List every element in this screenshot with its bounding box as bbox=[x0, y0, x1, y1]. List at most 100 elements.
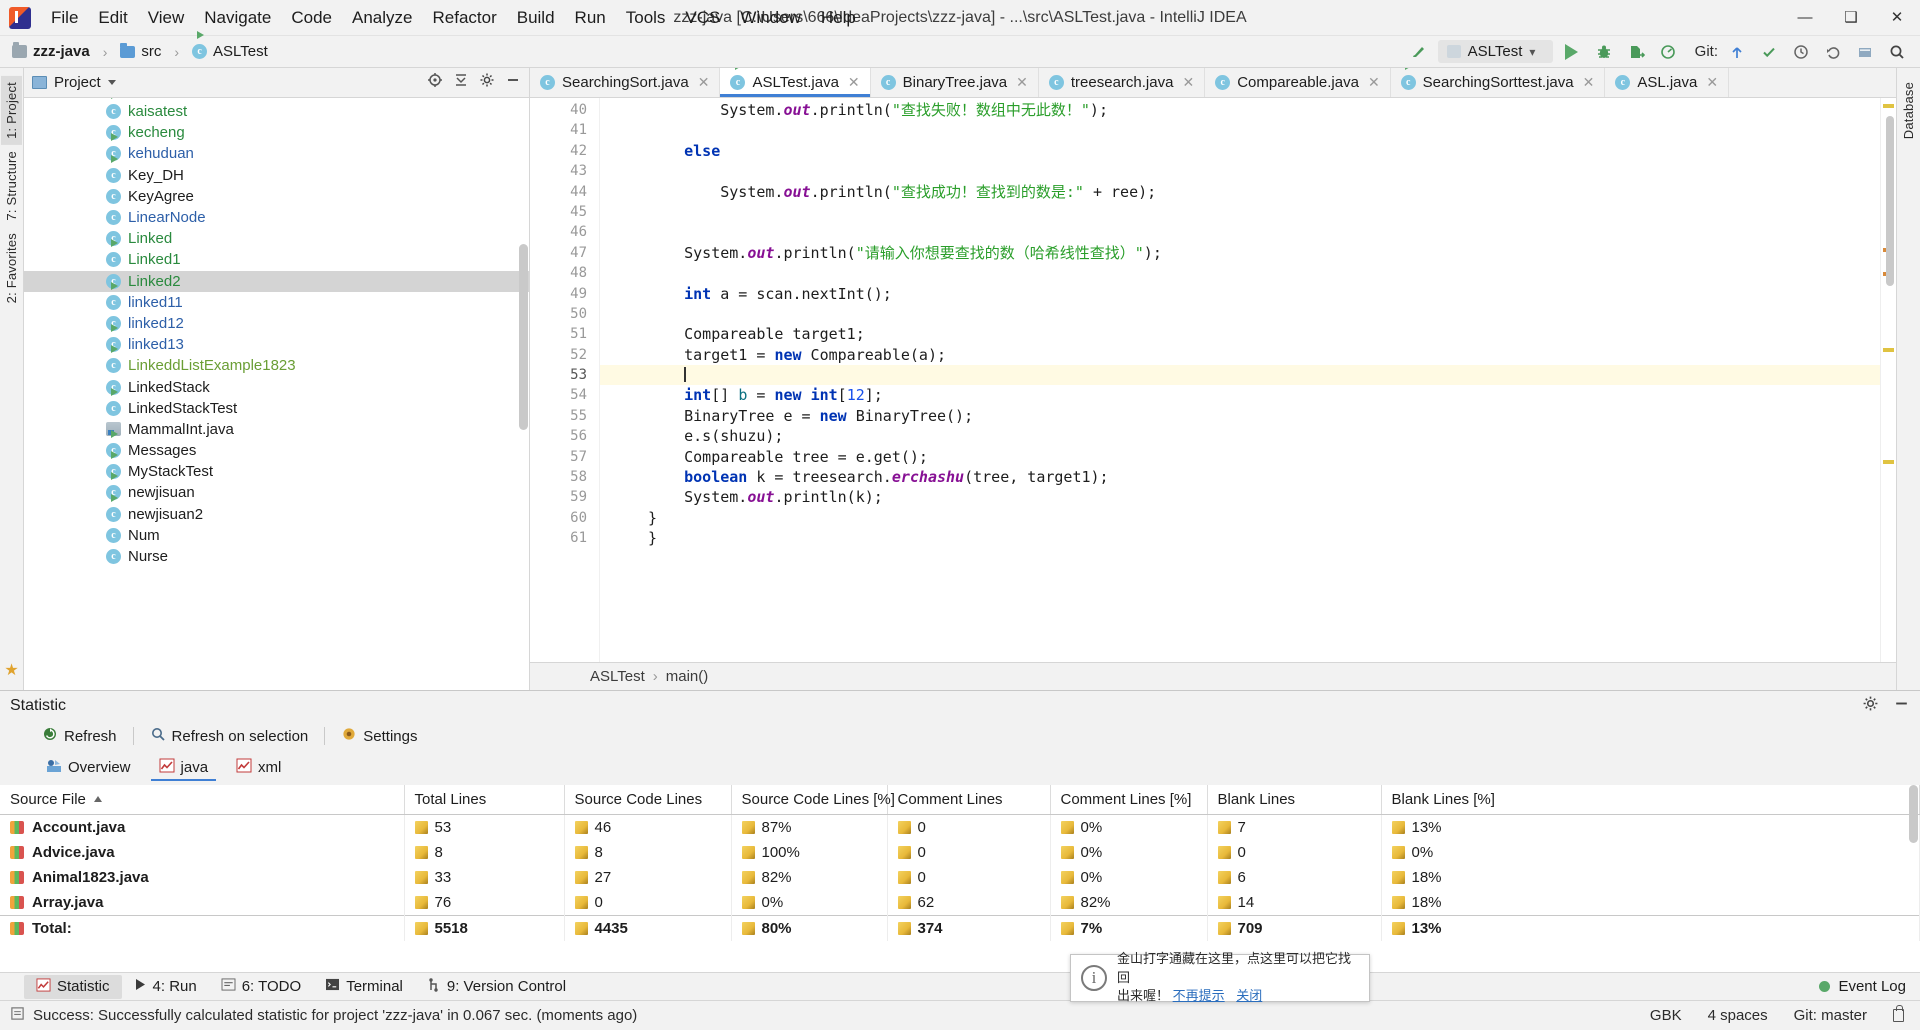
line-number[interactable]: 57 bbox=[530, 447, 599, 467]
code-line[interactable] bbox=[600, 222, 1880, 242]
bookmark-star-icon[interactable]: ★ bbox=[4, 660, 18, 680]
tool-strip-tab-7-structure[interactable]: 7: Structure bbox=[1, 145, 22, 227]
table-row[interactable]: Advice.java 8 8 100% 0 0% 0 0% bbox=[0, 840, 1920, 865]
status-indent[interactable]: 4 spaces bbox=[1708, 1007, 1768, 1024]
tree-item[interactable]: c linked11 bbox=[24, 292, 529, 313]
project-tree[interactable]: ckaisatestckechengckehuduancKey_DHcKeyAg… bbox=[24, 98, 529, 690]
code-line[interactable]: target1 = new Compareable(a); bbox=[600, 345, 1880, 365]
close-icon[interactable]: ✕ bbox=[1182, 74, 1194, 91]
table-row[interactable]: Animal1823.java 33 27 82% 0 0% 6 18% bbox=[0, 865, 1920, 890]
code-line[interactable]: else bbox=[600, 141, 1880, 161]
tree-item[interactable]: cMyStackTest bbox=[24, 461, 529, 482]
tree-item[interactable]: cLinkedStack bbox=[24, 376, 529, 397]
code-line[interactable]: e.s(shuzu); bbox=[600, 426, 1880, 446]
editor-tab-searchingsorttest[interactable]: c SearchingSorttest.java ✕ bbox=[1391, 68, 1606, 97]
code-line[interactable]: System.out.println("查找成功！查找到的数是:" + ree)… bbox=[600, 182, 1880, 202]
close-icon[interactable]: ✕ bbox=[1368, 74, 1380, 91]
line-number[interactable]: 49 bbox=[530, 284, 599, 304]
close-icon[interactable]: ✕ bbox=[1016, 74, 1028, 91]
menu-item-window[interactable]: Window bbox=[730, 4, 810, 32]
menu-item-tools[interactable]: Tools bbox=[616, 4, 676, 32]
line-number[interactable]: 41 bbox=[530, 120, 599, 140]
tree-item[interactable]: clinked12 bbox=[24, 313, 529, 334]
search-icon[interactable] bbox=[1884, 39, 1910, 65]
line-number[interactable]: 52 bbox=[530, 345, 599, 365]
tree-item[interactable]: c LinkeddListExample1823 bbox=[24, 355, 529, 376]
line-number[interactable]: 48 bbox=[530, 263, 599, 283]
hide-panel-icon[interactable] bbox=[505, 72, 521, 93]
line-number[interactable]: 44 bbox=[530, 182, 599, 202]
line-number[interactable]: 55 bbox=[530, 406, 599, 426]
bottom-bar-item-terminal[interactable]: Terminal bbox=[313, 975, 415, 998]
menu-item-vcs[interactable]: VCS bbox=[675, 4, 730, 32]
menu-item-view[interactable]: View bbox=[138, 4, 195, 32]
bottom-bar-item-9-version-control[interactable]: 9: Version Control bbox=[415, 975, 578, 999]
column-header-comment-lines[interactable]: Comment Lines bbox=[887, 785, 1051, 815]
tree-item[interactable]: cLinked2 bbox=[24, 270, 529, 292]
tree-item[interactable]: ckecheng bbox=[24, 122, 529, 143]
column-header-total-lines[interactable]: Total Lines bbox=[404, 785, 565, 815]
bottom-bar-item-statistic[interactable]: Statistic bbox=[24, 974, 122, 999]
status-encoding[interactable]: GBK bbox=[1650, 1007, 1682, 1024]
tree-item[interactable]: ckehuduan bbox=[24, 143, 529, 164]
editor-tab-compareable[interactable]: c Compareable.java ✕ bbox=[1205, 68, 1391, 97]
column-header-blank-lines[interactable]: Blank Lines bbox=[1207, 785, 1382, 815]
line-number[interactable]: 43 bbox=[530, 161, 599, 181]
notification-popup[interactable]: i 金山打字通藏在这里，点这里可以把它找回 出来喔！ 不再提示 关闭 bbox=[1070, 951, 1370, 1003]
breadcrumb-folder[interactable]: src bbox=[141, 43, 161, 60]
code-line[interactable]: int a = scan.nextInt(); bbox=[600, 284, 1880, 304]
scrollbar-thumb[interactable] bbox=[1909, 785, 1918, 843]
close-button[interactable]: ✕ bbox=[1874, 0, 1920, 36]
close-icon[interactable]: ✕ bbox=[1583, 74, 1595, 91]
line-number[interactable]: 61 bbox=[530, 528, 599, 548]
status-git-branch[interactable]: Git: master bbox=[1794, 1007, 1867, 1024]
menu-item-code[interactable]: Code bbox=[281, 4, 342, 32]
run-button[interactable] bbox=[1559, 39, 1585, 65]
editor-tab-asltest[interactable]: c ASLTest.java ✕ bbox=[720, 68, 871, 97]
statistic-table-wrap[interactable]: Source File Total Lines Source Code Lines S… bbox=[0, 785, 1920, 972]
code-line[interactable]: } bbox=[600, 508, 1880, 528]
run-configuration-selector[interactable]: ASLTest ▾ bbox=[1437, 40, 1553, 63]
editor-tab-binarytree[interactable]: c BinaryTree.java ✕ bbox=[871, 68, 1039, 97]
line-number[interactable]: 51 bbox=[530, 324, 599, 344]
code-line[interactable] bbox=[600, 161, 1880, 181]
breadcrumb-project[interactable]: zzz-java bbox=[33, 43, 90, 60]
tree-item[interactable]: c KeyAgree bbox=[24, 186, 529, 207]
scrollbar-thumb[interactable] bbox=[519, 244, 528, 430]
menu-item-edit[interactable]: Edit bbox=[88, 4, 137, 32]
code-line[interactable] bbox=[600, 365, 1880, 386]
column-header-source-code-lines[interactable]: Source Code Lines bbox=[564, 785, 732, 815]
table-row[interactable]: Account.java 53 46 87% 0 0% 7 13% bbox=[0, 814, 1920, 840]
editor-gutter[interactable]: 40 41 42 43 44 45 46 47 48 49 50 51 52 53 54 55 56 57 58 59… bbox=[530, 98, 600, 662]
hide-panel-icon[interactable] bbox=[1893, 695, 1910, 717]
lock-icon[interactable] bbox=[1893, 1005, 1904, 1022]
line-number[interactable]: 47 bbox=[530, 243, 599, 263]
event-log-label[interactable]: Event Log bbox=[1838, 978, 1906, 995]
chevron-down-icon[interactable] bbox=[107, 80, 116, 85]
tree-item[interactable]: cMessages bbox=[24, 440, 529, 461]
line-number[interactable]: 50 bbox=[530, 304, 599, 324]
tree-item[interactable]: clinked13 bbox=[24, 334, 529, 355]
tree-item[interactable]: cnewjisuan bbox=[24, 482, 529, 503]
close-icon[interactable]: ✕ bbox=[1706, 74, 1718, 91]
build-icon[interactable] bbox=[1406, 39, 1432, 65]
code-line[interactable]: Compareable target1; bbox=[600, 324, 1880, 344]
line-number[interactable]: 40 bbox=[530, 100, 599, 120]
minimize-button[interactable]: — bbox=[1782, 0, 1828, 36]
line-number[interactable]: 45 bbox=[530, 202, 599, 222]
gear-icon[interactable] bbox=[1862, 695, 1879, 717]
code-line[interactable] bbox=[600, 263, 1880, 283]
tree-item[interactable]: c Key_DH bbox=[24, 165, 529, 186]
tool-strip-tab-1-project[interactable]: 1: Project bbox=[1, 76, 22, 145]
menu-item-run[interactable]: Run bbox=[565, 4, 616, 32]
tree-item[interactable]: c LinearNode bbox=[24, 207, 529, 228]
line-number[interactable]: 56 bbox=[530, 426, 599, 446]
close-icon[interactable]: ✕ bbox=[848, 74, 860, 91]
coverage-button[interactable] bbox=[1623, 39, 1649, 65]
line-number[interactable]: 42 bbox=[530, 141, 599, 161]
editor-scrollbar-thumb[interactable] bbox=[1886, 116, 1894, 286]
tree-item[interactable]: c LinkedStackTest bbox=[24, 398, 529, 419]
menu-item-file[interactable]: File bbox=[41, 4, 88, 32]
breadcrumb-file[interactable]: ASLTest bbox=[213, 43, 268, 60]
code-line[interactable]: System.out.println(k); bbox=[600, 487, 1880, 507]
